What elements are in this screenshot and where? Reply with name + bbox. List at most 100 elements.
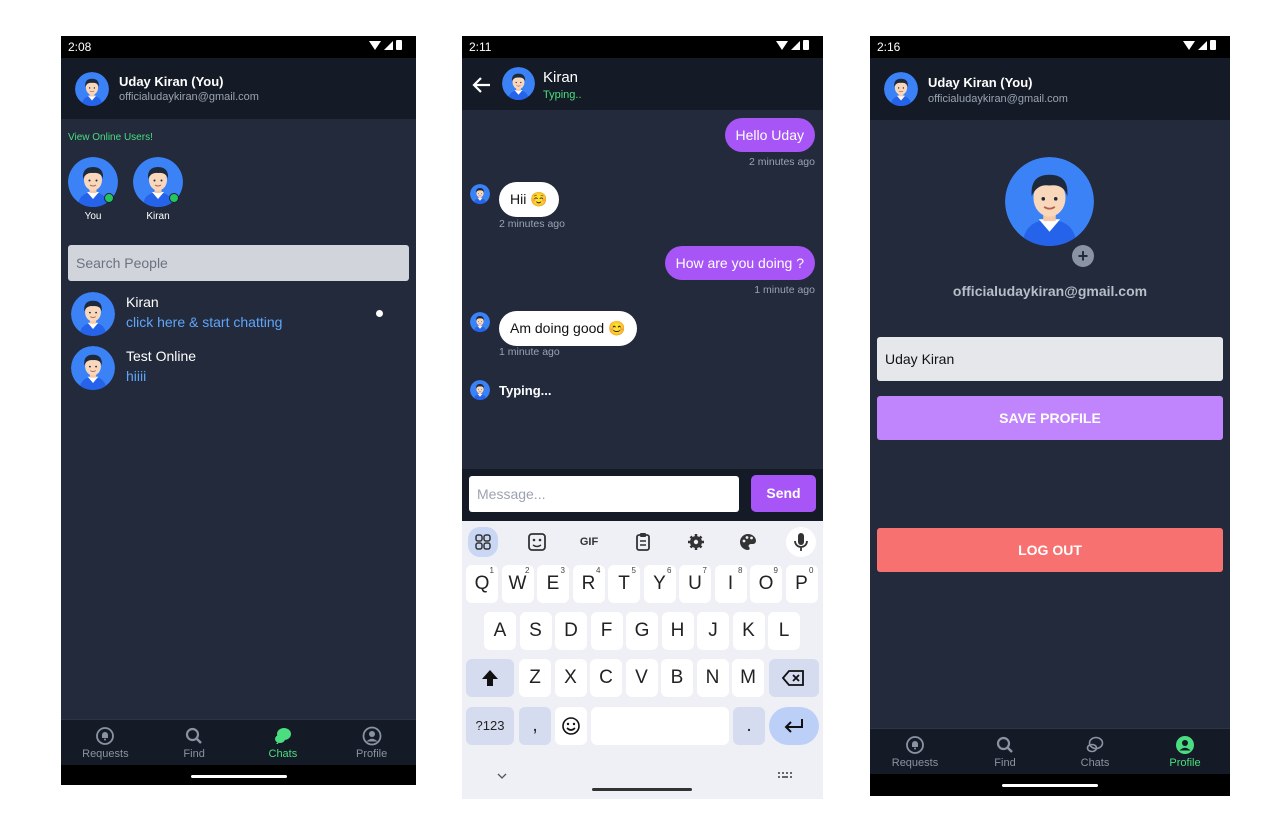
nav-chats[interactable]: Chats: [239, 720, 328, 765]
period-key[interactable]: .: [733, 707, 765, 745]
conversation-header: Kiran Typing..: [462, 58, 823, 110]
logout-button[interactable]: LOG OUT: [877, 528, 1223, 572]
message-input[interactable]: Message...: [469, 476, 739, 512]
key-j[interactable]: J: [697, 612, 729, 650]
home-handle[interactable]: [190, 775, 287, 778]
key-b[interactable]: B: [661, 659, 693, 697]
key-u[interactable]: U7: [679, 565, 711, 603]
online-user-you[interactable]: You: [67, 157, 119, 222]
chat-last-message: click here & start chatting: [126, 314, 283, 330]
key-x[interactable]: X: [554, 659, 587, 697]
key-c[interactable]: C: [590, 659, 622, 697]
key-e[interactable]: E3: [537, 565, 569, 603]
avatar: [470, 184, 490, 204]
shift-key[interactable]: [466, 659, 514, 697]
view-online-users-link[interactable]: View Online Users!: [68, 132, 153, 143]
nav-requests[interactable]: Requests: [870, 729, 960, 774]
key-w[interactable]: W2: [501, 565, 534, 603]
status-bar: 2:16: [870, 36, 1230, 58]
key-label: O: [758, 573, 774, 594]
sticker-icon[interactable]: [522, 527, 552, 557]
keyboard-switch-icon[interactable]: [778, 772, 792, 780]
key-l[interactable]: L: [768, 612, 800, 650]
app-header: Uday Kiran (You) officialudaykiran@gmail…: [870, 58, 1230, 120]
nav-profile[interactable]: Profile: [327, 720, 416, 765]
nav-label: Chats: [268, 748, 298, 760]
key-k[interactable]: K: [732, 612, 765, 650]
apps-icon[interactable]: [468, 527, 498, 557]
comma-key[interactable]: ,: [519, 707, 551, 745]
key-t[interactable]: T5: [608, 565, 640, 603]
key-number-hint: 4: [596, 566, 601, 575]
key-o[interactable]: O9: [750, 565, 782, 603]
online-user-kiran[interactable]: Kiran: [132, 157, 184, 222]
key-label: U: [688, 573, 702, 594]
key-g[interactable]: G: [626, 612, 658, 650]
message-timestamp: 2 minutes ago: [749, 156, 815, 168]
space-key[interactable]: [591, 707, 729, 745]
add-photo-icon[interactable]: +: [1072, 245, 1094, 267]
back-arrow-icon[interactable]: [470, 74, 492, 96]
online-status-dot: [104, 193, 114, 203]
nav-chats[interactable]: Chats: [1050, 729, 1140, 774]
chat-item-kiran[interactable]: Kiran click here & start chatting: [71, 292, 401, 338]
avatar[interactable]: [75, 72, 109, 106]
send-button[interactable]: Send: [751, 475, 816, 512]
message-bubble-received: Am doing good 😊: [499, 311, 637, 346]
key-h[interactable]: H: [661, 612, 694, 650]
gesture-bar: [61, 765, 416, 785]
gif-button[interactable]: GIF: [574, 527, 604, 557]
mic-icon[interactable]: [786, 527, 816, 557]
emoji-key[interactable]: [555, 707, 587, 745]
unread-indicator: [376, 310, 383, 317]
clipboard-icon[interactable]: [628, 527, 658, 557]
key-number-hint: 3: [560, 566, 565, 575]
user-name: Uday Kiran (You): [928, 75, 1033, 90]
symbols-key[interactable]: ?123: [466, 707, 514, 745]
hide-keyboard-icon[interactable]: [497, 772, 507, 780]
typing-indicator: Typing...: [499, 383, 552, 398]
nav-find[interactable]: Find: [960, 729, 1050, 774]
key-f[interactable]: F: [590, 612, 623, 650]
nav-requests[interactable]: Requests: [61, 720, 150, 765]
signal-icon: [1198, 40, 1207, 50]
avatar[interactable]: [884, 72, 918, 106]
nav-label: Find: [994, 757, 1016, 769]
key-number-hint: 2: [525, 566, 530, 575]
key-a[interactable]: A: [484, 612, 516, 650]
message-timestamp: 2 minutes ago: [499, 218, 565, 230]
key-v[interactable]: V: [625, 659, 658, 697]
home-handle[interactable]: [592, 788, 692, 791]
key-z[interactable]: Z: [519, 659, 551, 697]
key-s[interactable]: S: [519, 612, 552, 650]
key-m[interactable]: M: [732, 659, 764, 697]
key-i[interactable]: I8: [714, 565, 747, 603]
display-name-input[interactable]: Uday Kiran: [877, 337, 1223, 381]
key-d[interactable]: D: [555, 612, 587, 650]
app-header: Uday Kiran (You) officialudaykiran@gmail…: [61, 58, 416, 119]
key-r[interactable]: R4: [572, 565, 605, 603]
chat-item-test-online[interactable]: Test Online hiiii: [71, 346, 401, 392]
key-y[interactable]: Y6: [643, 565, 676, 603]
key-n[interactable]: N: [696, 659, 729, 697]
status-time: 2:16: [877, 40, 901, 54]
key-q[interactable]: Q1: [466, 565, 498, 603]
save-profile-button[interactable]: SAVE PROFILE: [877, 396, 1223, 440]
search-icon: [996, 736, 1013, 753]
key-label: Q: [474, 573, 490, 594]
enter-key[interactable]: [769, 707, 819, 745]
battery-icon: [396, 40, 402, 50]
avatar[interactable]: [502, 67, 535, 100]
chat-bubbles-icon: [274, 728, 291, 744]
key-label: W: [508, 573, 527, 594]
home-handle[interactable]: [1002, 784, 1098, 787]
wifi-icon: [369, 40, 381, 50]
backspace-key[interactable]: [769, 659, 819, 697]
settings-icon[interactable]: [681, 527, 711, 557]
palette-icon[interactable]: [733, 527, 763, 557]
status-time: 2:11: [469, 40, 492, 54]
nav-find[interactable]: Find: [150, 720, 239, 765]
key-p[interactable]: P0: [785, 565, 818, 603]
search-people-input[interactable]: Search People: [68, 245, 409, 281]
nav-profile[interactable]: Profile: [1140, 729, 1230, 774]
